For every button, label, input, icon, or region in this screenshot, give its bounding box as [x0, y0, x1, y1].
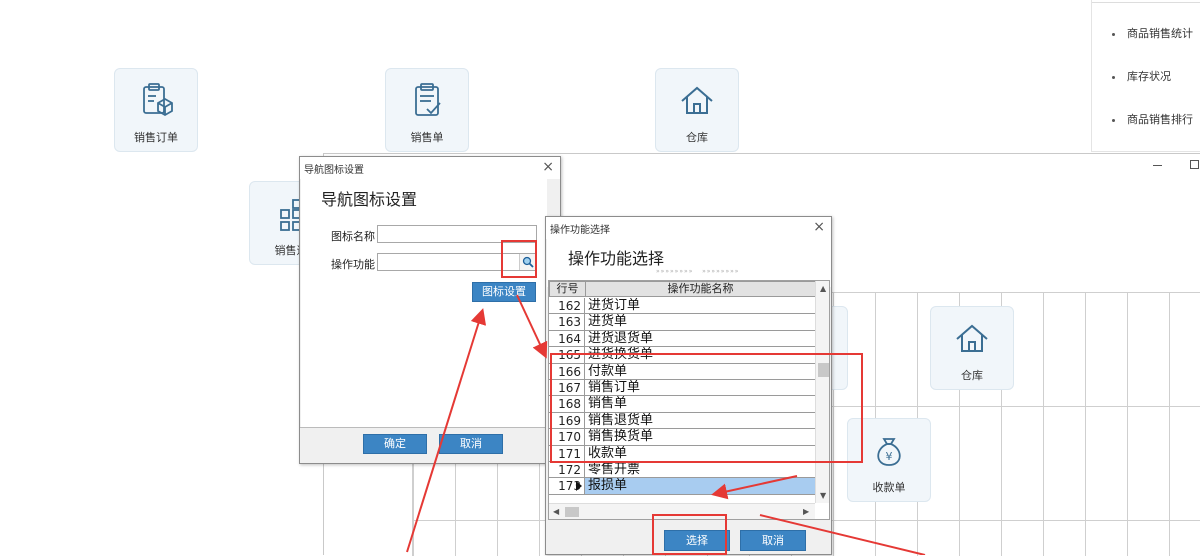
column-header-function-name[interactable]: 操作功能名称: [585, 281, 816, 297]
report-item-label: 库存状况: [1127, 70, 1171, 83]
function-name: 零售开票: [585, 462, 815, 479]
dialog-heading: 导航图标设置: [321, 190, 418, 209]
table-row[interactable]: 163 进货单: [549, 314, 815, 331]
nav-tile-label: 仓库: [686, 131, 708, 144]
function-name: 进货退货单: [585, 331, 815, 348]
bullet-icon: [1112, 75, 1115, 79]
row-pointer-icon: [576, 481, 582, 492]
row-number: 164: [549, 330, 585, 348]
icon-name-label: 图标名称: [331, 230, 375, 243]
scroll-thumb[interactable]: [565, 507, 579, 517]
nav-tile-label: 仓库: [961, 369, 983, 382]
dialog-title: 导航图标设置: [304, 165, 364, 176]
function-name: 进货订单: [585, 298, 815, 315]
close-icon[interactable]: ×: [542, 159, 554, 175]
dialog-heading: 操作功能选择: [568, 249, 665, 268]
box-clipboard-icon: [115, 81, 197, 121]
nav-tile-warehouse[interactable]: 仓库: [655, 68, 739, 152]
scroll-right-icon[interactable]: ▶: [803, 507, 809, 516]
dialog-title: 操作功能选择: [550, 225, 610, 236]
function-name: 报损单: [585, 478, 815, 495]
function-label: 操作功能: [331, 258, 375, 271]
dialog-titlebar: 操作功能选择 ×: [546, 217, 831, 239]
nav-icon-settings-dialog: 导航图标设置 × 导航图标设置 图标名称 操作功能 图标设置 确定 取消: [299, 156, 561, 464]
dialog-titlebar: 导航图标设置 ×: [300, 157, 560, 179]
scroll-left-icon[interactable]: ◀: [553, 507, 559, 516]
report-item-label: 商品销售统计: [1127, 27, 1193, 40]
dialog-divider: [300, 427, 548, 428]
nav-tile-label: 销售单: [410, 131, 444, 144]
row-number: 162: [549, 298, 585, 315]
scroll-down-icon[interactable]: ▼: [820, 491, 826, 500]
ok-button[interactable]: 确定: [363, 434, 427, 454]
house-icon: [931, 319, 1013, 359]
cancel-button[interactable]: 取消: [439, 434, 503, 454]
nav-tile-sales-order[interactable]: 销售订单: [114, 68, 198, 152]
nav-tile-label: 销售订单: [134, 131, 178, 144]
svg-text:¥: ¥: [886, 450, 893, 463]
splitter-handle[interactable]: »»»»»»»» »»»»»»»»: [656, 268, 739, 275]
report-item-sales-ranking[interactable]: 商品销售排行: [1112, 111, 1193, 127]
house-icon: [656, 81, 738, 121]
report-item-sales-stats[interactable]: 商品销售统计: [1112, 25, 1193, 41]
row-number: 163: [549, 314, 585, 331]
cancel-button[interactable]: 取消: [740, 530, 806, 551]
function-name: 进货单: [585, 314, 815, 331]
annotation-box-select: [652, 514, 727, 555]
table-row[interactable]: 162 进货订单: [549, 298, 815, 315]
nav-tile-warehouse-2[interactable]: 仓库: [930, 306, 1014, 390]
annotation-box-rows: [550, 353, 863, 463]
scroll-up-icon[interactable]: ▲: [820, 284, 826, 293]
report-panel: 商品销售统计 库存状况 商品销售排行: [1091, 0, 1200, 152]
row-number: 172: [549, 462, 585, 479]
nav-tile-label: 收款单: [872, 481, 906, 494]
icon-settings-button[interactable]: 图标设置: [472, 282, 536, 302]
table-row[interactable]: 164 进货退货单: [549, 330, 815, 348]
nav-tile-sales-slip[interactable]: 销售单: [385, 68, 469, 152]
annotation-box-lookup: [501, 240, 537, 278]
report-panel-divider: [1092, 2, 1200, 3]
close-icon[interactable]: ×: [813, 219, 825, 235]
clipboard-check-icon: [386, 81, 468, 121]
table-row[interactable]: 172 零售开票: [549, 462, 815, 479]
bullet-icon: [1112, 118, 1115, 122]
column-header-row-number[interactable]: 行号: [549, 281, 586, 297]
report-item-inventory[interactable]: 库存状况: [1112, 68, 1171, 84]
table-row[interactable]: 173 报损单: [549, 478, 815, 495]
bullet-icon: [1112, 32, 1115, 36]
report-item-label: 商品销售排行: [1127, 113, 1193, 126]
minimize-icon[interactable]: [1153, 165, 1162, 166]
maximize-icon[interactable]: [1190, 160, 1199, 169]
dialog-body: [301, 179, 547, 427]
